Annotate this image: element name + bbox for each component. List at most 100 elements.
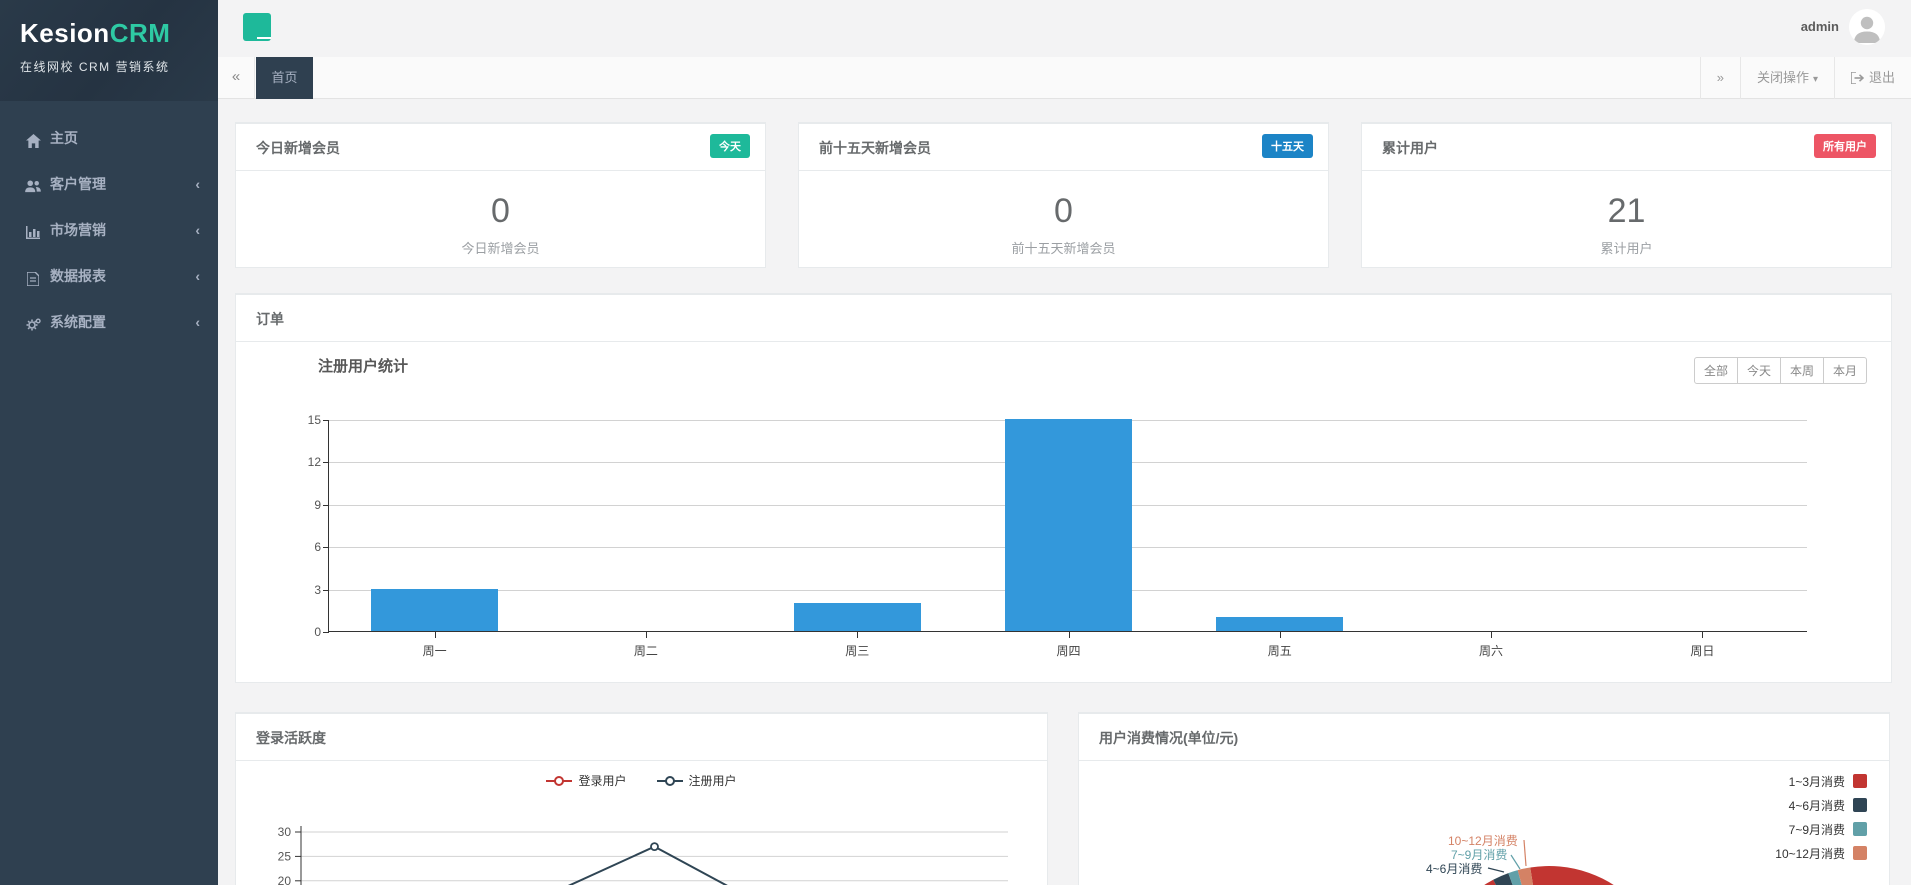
panel-title-orders: 订单 — [256, 309, 284, 329]
chevron-left-icon: ‹ — [195, 161, 200, 207]
x-axis-tick — [1280, 632, 1281, 638]
sidebar-item-label: 市场营销 — [50, 222, 106, 238]
stat-value: 0 — [799, 191, 1328, 231]
bar-chart-title: 注册用户统计 — [318, 355, 408, 376]
bar-周一 — [371, 589, 498, 631]
pie-leader-line-q4 — [1524, 840, 1526, 866]
bar-chart-plot: 03691215周一周二周三周四周五周六周日 — [328, 420, 1807, 632]
logout-button[interactable]: 退出 — [1834, 57, 1911, 99]
double-chevron-right-icon[interactable]: » — [1700, 57, 1740, 99]
close-actions-label: 关闭操作 — [1757, 70, 1809, 85]
gears-icon — [24, 300, 42, 346]
pie-chart-svg — [1079, 714, 1891, 892]
y-axis-label: 9 — [285, 498, 321, 512]
x-axis-tick — [1702, 632, 1703, 638]
bar-chart-icon — [24, 208, 42, 254]
y-axis-label: 6 — [285, 540, 321, 554]
y-axis-tick — [323, 547, 329, 548]
login-activity-panel: 登录活跃度 登录用户 注册用户 302520 — [235, 712, 1048, 892]
order-panel: 订单 注册用户统计 全部 今天 本周 本月 03691215周一周二周三周四周五… — [235, 293, 1892, 683]
status-badge: 所有用户 — [1814, 134, 1876, 158]
tab-bar: « 首页 » 关闭操作 ▾ 退出 — [218, 57, 1911, 99]
x-axis-tick — [1069, 632, 1070, 638]
x-axis-tick — [1491, 632, 1492, 638]
consumption-panel: 用户消费情况(单位/元) 1~3月消费 4~6月消费 7~9月消费 10~12月… — [1078, 712, 1890, 892]
report-icon — [24, 254, 42, 300]
y-axis-label: 3 — [285, 583, 321, 597]
bar-chart-filter-group: 全部 今天 本周 本月 — [1695, 357, 1867, 384]
y-axis-tick — [323, 420, 329, 421]
sidebar-nav: 主页 客户管理 ‹ 市场营销 ‹ 数据报表 ‹ 系统配置 ‹ — [0, 115, 218, 345]
x-axis-label: 周二 — [540, 642, 751, 659]
chevron-left-icon: ‹ — [195, 253, 200, 299]
sidebar-item-customers[interactable]: 客户管理 ‹ — [0, 161, 218, 207]
y-axis-label: 0 — [285, 625, 321, 639]
avatar[interactable] — [1849, 9, 1885, 45]
line-chart-svg: 302520 — [236, 714, 1049, 892]
stat-value: 21 — [1362, 191, 1891, 231]
sidebar: KesionCRM 在线网校 CRM 营销系统 主页 客户管理 ‹ 市场营销 ‹… — [0, 0, 218, 885]
svg-text:30: 30 — [278, 825, 292, 839]
tab-home[interactable]: 首页 — [256, 57, 313, 99]
y-axis-label: 15 — [285, 413, 321, 427]
sidebar-item-label: 数据报表 — [50, 268, 106, 284]
logout-label: 退出 — [1869, 70, 1895, 85]
y-axis-tick — [323, 590, 329, 591]
home-icon — [24, 116, 42, 162]
app-logo: KesionCRM — [20, 18, 198, 49]
card-title: 累计用户 — [1382, 138, 1438, 158]
x-axis-label: 周一 — [329, 642, 540, 659]
page-footer — [0, 885, 1911, 892]
y-axis-label: 12 — [285, 455, 321, 469]
x-axis-label: 周四 — [963, 642, 1174, 659]
y-axis-tick — [323, 505, 329, 506]
stat-card-today: 今日新增会员 今天 0 今日新增会员 — [235, 122, 766, 268]
x-axis-tick — [857, 632, 858, 638]
bar-周五 — [1216, 617, 1343, 631]
sidebar-item-settings[interactable]: 系统配置 ‹ — [0, 299, 218, 345]
double-chevron-left-icon[interactable]: « — [218, 57, 255, 99]
pie-leader-line-q2 — [1488, 868, 1504, 872]
sidebar-item-reports[interactable]: 数据报表 ‹ — [0, 253, 218, 299]
status-badge: 十五天 — [1262, 134, 1313, 158]
bar-周三 — [794, 603, 921, 631]
sidebar-item-home[interactable]: 主页 — [0, 115, 218, 161]
x-axis-label: 周日 — [1597, 642, 1808, 659]
filter-button-today[interactable]: 今天 — [1737, 357, 1781, 384]
sidebar-item-label: 主页 — [50, 130, 78, 146]
svg-text:25: 25 — [278, 849, 292, 863]
filter-button-month[interactable]: 本月 — [1823, 357, 1867, 384]
sidebar-item-label: 系统配置 — [50, 314, 106, 330]
caret-down-icon: ▾ — [1813, 74, 1818, 85]
logout-icon — [1851, 59, 1864, 101]
x-axis-tick — [435, 632, 436, 638]
logo-text-primary: Kesion — [20, 18, 110, 48]
x-axis-label: 周三 — [752, 642, 963, 659]
x-axis-tick — [646, 632, 647, 638]
username-label[interactable]: admin — [1801, 19, 1839, 34]
x-axis-label: 周五 — [1174, 642, 1385, 659]
users-icon — [24, 162, 42, 208]
person-icon — [1849, 9, 1885, 45]
logo-block: KesionCRM 在线网校 CRM 营销系统 — [0, 0, 218, 101]
menu-toggle-button[interactable] — [243, 13, 271, 41]
logo-subtitle: 在线网校 CRM 营销系统 — [20, 58, 198, 75]
stat-card-fifteen-days: 前十五天新增会员 十五天 0 前十五天新增会员 — [798, 122, 1329, 268]
sidebar-item-label: 客户管理 — [50, 176, 106, 192]
y-axis-tick — [323, 462, 329, 463]
sidebar-item-marketing[interactable]: 市场营销 ‹ — [0, 207, 218, 253]
top-header: admin — [218, 0, 1911, 57]
filter-button-all[interactable]: 全部 — [1694, 357, 1738, 384]
status-badge: 今天 — [710, 134, 750, 158]
bar-周四 — [1005, 419, 1132, 631]
stat-label: 今日新增会员 — [236, 238, 765, 257]
close-actions-dropdown[interactable]: 关闭操作 ▾ — [1740, 57, 1834, 99]
stat-label: 累计用户 — [1362, 238, 1891, 257]
stat-card-total-users: 累计用户 所有用户 21 累计用户 — [1361, 122, 1892, 268]
filter-button-week[interactable]: 本周 — [1780, 357, 1824, 384]
y-axis-tick — [323, 632, 329, 633]
stat-label: 前十五天新增会员 — [799, 238, 1328, 257]
stat-value: 0 — [236, 191, 765, 231]
pie-leader-line-q3 — [1511, 855, 1520, 869]
card-title: 今日新增会员 — [256, 138, 340, 158]
